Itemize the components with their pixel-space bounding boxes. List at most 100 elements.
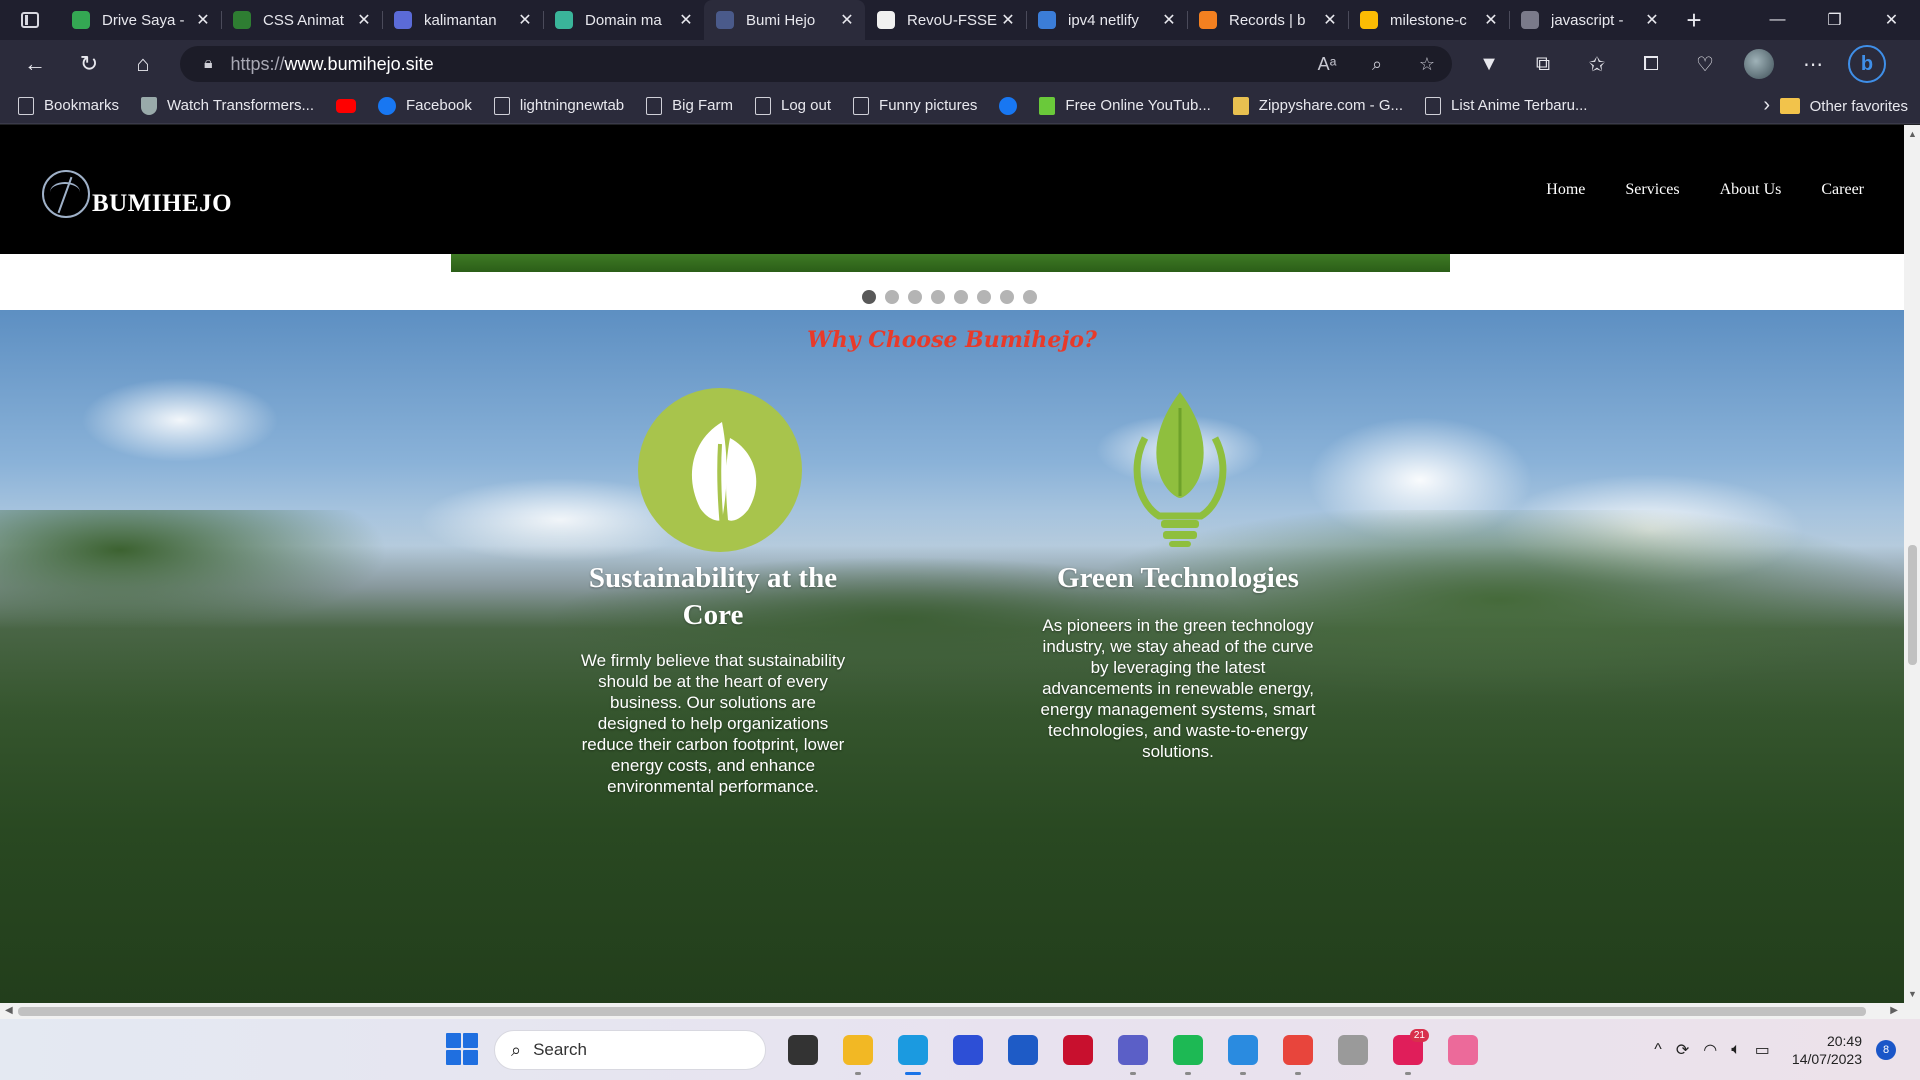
bookmark-item[interactable]: Watch Transformers... <box>141 96 314 115</box>
bookmarks-overflow-chevron-icon[interactable]: › <box>1763 94 1770 117</box>
carousel-dot[interactable] <box>977 290 991 304</box>
tab-close-icon[interactable]: ✕ <box>517 10 533 30</box>
bookmark-item[interactable]: lightningnewtab <box>493 96 624 115</box>
sync-icon[interactable]: ⟳ <box>1676 1040 1689 1060</box>
bookmark-item[interactable]: Facebook <box>378 96 472 115</box>
carousel-dot[interactable] <box>954 290 968 304</box>
taskbar-app-file-explorer[interactable] <box>835 1027 881 1075</box>
taskbar-app-spotify[interactable] <box>1165 1027 1211 1075</box>
taskbar-app-snipping[interactable] <box>1440 1027 1486 1073</box>
browser-tab[interactable]: RevoU-FSSE ✕ <box>865 0 1026 40</box>
bookmark-item[interactable]: Zippyshare.com - G... <box>1232 96 1403 115</box>
tab-close-icon[interactable]: ✕ <box>839 10 855 30</box>
bookmark-item[interactable] <box>999 96 1018 115</box>
taskbar-app-slack[interactable]: 21 <box>1385 1027 1431 1075</box>
browser-tab[interactable]: javascript - ✕ <box>1509 0 1670 40</box>
zoom-icon[interactable]: ⌕ <box>1352 54 1402 75</box>
browser-tab[interactable]: milestone-c ✕ <box>1348 0 1509 40</box>
home-button[interactable]: ⌂ <box>116 40 170 88</box>
bookmark-item[interactable]: Free Online YouTub... <box>1039 96 1211 115</box>
new-tab-button[interactable]: + <box>1674 0 1714 40</box>
tab-close-icon[interactable]: ✕ <box>1161 10 1177 30</box>
close-window-button[interactable]: ✕ <box>1863 0 1920 40</box>
taskbar-app-edge[interactable] <box>890 1027 936 1075</box>
nav-about-us[interactable]: About Us <box>1720 181 1782 199</box>
address-bar[interactable]: 🔒︎ https://www.bumihejo.site A͏ᵃ ⌕ ☆ <box>180 46 1452 82</box>
minimize-button[interactable]: — <box>1749 0 1806 40</box>
back-button[interactable]: ← <box>8 40 62 88</box>
nav-career[interactable]: Career <box>1821 181 1864 199</box>
tab-close-icon[interactable]: ✕ <box>1000 10 1016 30</box>
taskbar-app-teams[interactable] <box>1110 1027 1156 1075</box>
scroll-down-arrow-icon[interactable]: ▼ <box>1908 989 1917 999</box>
browser-tab[interactable]: CSS Animat ✕ <box>221 0 382 40</box>
start-windows-icon[interactable] <box>446 1033 478 1065</box>
nav-services[interactable]: Services <box>1625 181 1679 199</box>
bookmark-item[interactable]: Log out <box>754 96 831 115</box>
restore-button[interactable]: ❐ <box>1806 0 1863 40</box>
taskbar-app-mcafee[interactable] <box>1055 1027 1101 1073</box>
reload-button[interactable]: ↻ <box>62 40 116 88</box>
vertical-scrollbar[interactable]: ▲ ▼ <box>1904 125 1920 1003</box>
more-icon[interactable]: ⋯ <box>1786 52 1840 77</box>
browser-tab[interactable]: Bumi Hejo ✕ <box>704 0 865 40</box>
bookmark-item[interactable]: Funny pictures <box>853 96 977 115</box>
favorites-icon[interactable]: ✩ <box>1570 52 1624 77</box>
taskbar-search[interactable]: ⌕ Search <box>494 1030 766 1070</box>
clock[interactable]: 20:49 14/07/2023 <box>1792 1032 1862 1068</box>
carousel-dot[interactable] <box>862 290 876 304</box>
browser-essentials-icon[interactable]: ♡ <box>1678 52 1732 77</box>
tab-close-icon[interactable]: ✕ <box>678 10 694 30</box>
bookmark-item[interactable]: List Anime Terbaru... <box>1425 96 1587 115</box>
nav-home[interactable]: Home <box>1546 181 1585 199</box>
browser-tab[interactable]: Domain ma ✕ <box>543 0 704 40</box>
bing-copilot-icon[interactable]: b <box>1848 45 1886 83</box>
battery-icon[interactable]: ▭ <box>1755 1040 1770 1060</box>
url-text[interactable]: https://www.bumihejo.site <box>231 54 1302 75</box>
bookmark-item[interactable]: Bookmarks <box>18 96 119 115</box>
taskbar-app-app-ring[interactable] <box>1330 1027 1376 1073</box>
horizontal-scroll-thumb[interactable] <box>18 1007 1866 1016</box>
favorite-star-icon[interactable]: ☆ <box>1402 54 1452 75</box>
taskbar-app-task-view[interactable] <box>780 1027 826 1073</box>
carousel-dot[interactable] <box>1023 290 1037 304</box>
profile-avatar[interactable] <box>1744 49 1774 79</box>
site-logo[interactable]: BUMIHEJO <box>42 170 232 218</box>
tab-close-icon[interactable]: ✕ <box>1483 10 1499 30</box>
taskbar-app-store[interactable] <box>1000 1027 1046 1073</box>
browser-tab[interactable]: ipv4 netlify ✕ <box>1026 0 1187 40</box>
bookmark-item[interactable] <box>336 98 357 113</box>
vertical-scroll-thumb[interactable] <box>1908 545 1917 665</box>
horizontal-scrollbar[interactable]: ◀ ▶ <box>0 1003 1920 1019</box>
extension-v-icon[interactable]: ▼ <box>1462 53 1516 76</box>
tab-close-icon[interactable]: ✕ <box>1322 10 1338 30</box>
tab-close-icon[interactable]: ✕ <box>195 10 211 30</box>
other-favorites-button[interactable]: Other favorites <box>1779 88 1908 124</box>
bookmark-item[interactable]: Big Farm <box>646 96 733 115</box>
extensions-icon[interactable]: ⧉ <box>1516 53 1570 76</box>
taskbar-app-chrome[interactable] <box>1275 1027 1321 1075</box>
wifi-icon[interactable]: ◠ <box>1703 1040 1717 1060</box>
tab-close-icon[interactable]: ✕ <box>1644 10 1660 30</box>
notification-badge[interactable]: 8 <box>1876 1039 1896 1060</box>
browser-tab[interactable]: kalimantan ✕ <box>382 0 543 40</box>
scroll-left-arrow-icon[interactable]: ◀ <box>5 1005 13 1016</box>
collections-icon[interactable]: ⧠ <box>1624 53 1678 76</box>
tab-close-icon[interactable]: ✕ <box>356 10 372 30</box>
carousel-dot[interactable] <box>908 290 922 304</box>
browser-tab[interactable]: Records | b ✕ <box>1187 0 1348 40</box>
volume-icon[interactable]: 🔈︎ <box>1731 1041 1741 1059</box>
taskbar-app-vscode[interactable] <box>1220 1027 1266 1075</box>
lock-icon[interactable]: 🔒︎ <box>204 55 213 73</box>
scroll-up-arrow-icon[interactable]: ▲ <box>1908 129 1917 139</box>
scroll-right-arrow-icon[interactable]: ▶ <box>1890 1005 1898 1016</box>
carousel-dot[interactable] <box>931 290 945 304</box>
browser-tab[interactable]: Drive Saya - ✕ <box>60 0 221 40</box>
read-aloud-icon[interactable]: A͏ᵃ <box>1302 54 1352 75</box>
tab-actions-button[interactable] <box>0 0 60 40</box>
tab-favicon-icon <box>1199 11 1217 29</box>
carousel-dot[interactable] <box>885 290 899 304</box>
taskbar-app-app-blue[interactable] <box>945 1027 991 1073</box>
carousel-dot[interactable] <box>1000 290 1014 304</box>
show-hidden-icons-chevron-icon[interactable]: ^ <box>1654 1041 1662 1059</box>
